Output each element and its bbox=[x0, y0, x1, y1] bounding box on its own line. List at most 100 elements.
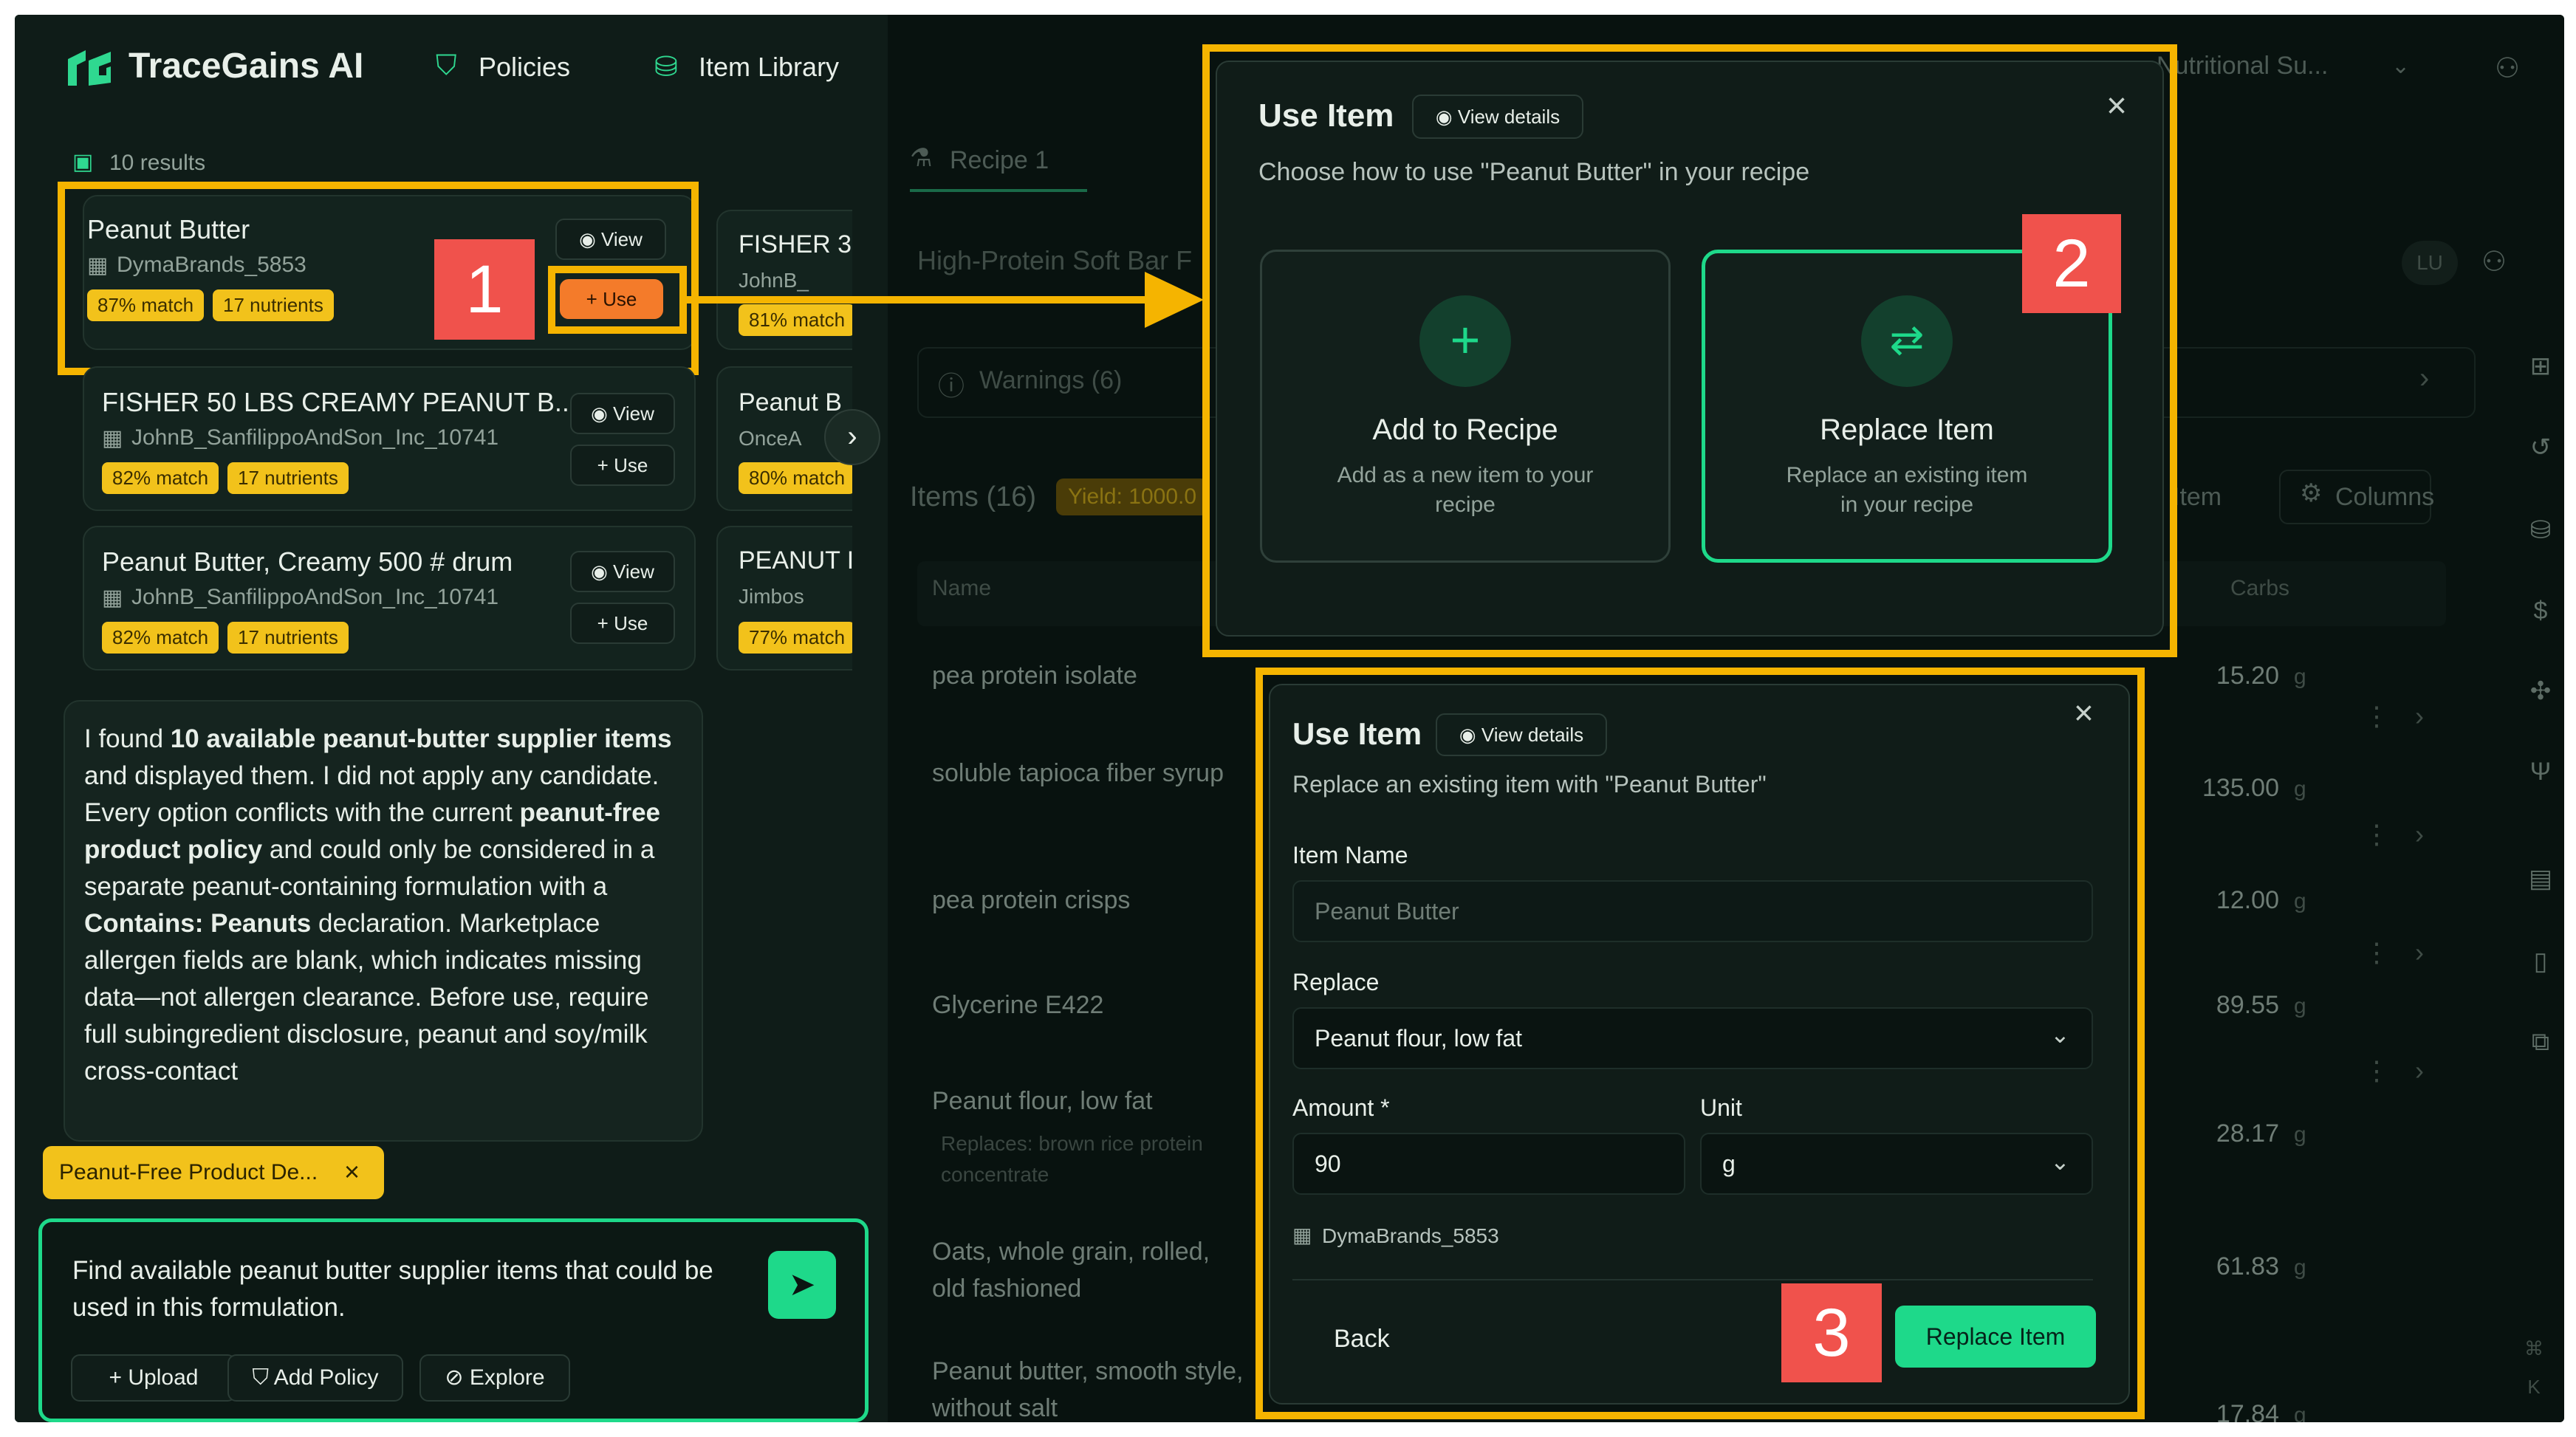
supplier-name: DymaBrands_5853 bbox=[1322, 1224, 1499, 1247]
chevron-down-icon: ⌄ bbox=[2391, 54, 2411, 78]
step-badge-3: 3 bbox=[1781, 1283, 1882, 1382]
gear-icon: ⚙ bbox=[2300, 479, 2323, 507]
unit-label: g bbox=[2294, 1403, 2306, 1422]
plus-icon: + bbox=[109, 1365, 129, 1390]
row-carbs: 15.20 bbox=[2216, 662, 2279, 690]
warnings-label: Warnings (6) bbox=[979, 366, 1123, 394]
composer-input[interactable]: Find available peanut butter supplier it… bbox=[72, 1252, 752, 1326]
dna-icon[interactable]: ✣ bbox=[2526, 676, 2555, 706]
results-icon: ▣ bbox=[72, 150, 94, 174]
nutrients-badge: 17 nutrients bbox=[213, 289, 334, 321]
supplier-icon: ▦ bbox=[102, 586, 123, 610]
assistant-message: I found 10 available peanut-butter suppl… bbox=[64, 700, 703, 1142]
match-badge: 77% match bbox=[739, 622, 852, 654]
clipboard-icon[interactable]: ▤ bbox=[2526, 864, 2555, 894]
supplier-icon: ▦ bbox=[102, 426, 123, 450]
utensils-icon[interactable]: Ψ bbox=[2526, 758, 2555, 787]
book-icon[interactable]: ⊞ bbox=[2526, 351, 2555, 381]
close-icon[interactable]: × bbox=[2106, 86, 2127, 126]
use-button[interactable]: + Use bbox=[570, 445, 675, 486]
row-name: pea protein isolate bbox=[932, 662, 1137, 690]
row-chevrons[interactable]: › › › › bbox=[2415, 657, 2424, 1130]
view-button[interactable]: ◉ View bbox=[570, 393, 675, 434]
eye-icon: ◉ bbox=[1459, 724, 1481, 746]
carousel-next-button[interactable]: › bbox=[824, 409, 880, 465]
brand-logo bbox=[64, 46, 117, 90]
explore-label: Explore bbox=[469, 1365, 545, 1390]
add-policy-label: Add Policy bbox=[273, 1365, 379, 1390]
add-policy-button[interactable]: ⛉ Add Policy bbox=[227, 1354, 403, 1402]
item-name: FISHER 3 bbox=[739, 230, 852, 258]
add-item-button[interactable]: Item bbox=[2173, 483, 2222, 512]
brand-name: TraceGains AI bbox=[129, 47, 364, 86]
policy-chip[interactable]: Peanut-Free Product De... bbox=[43, 1146, 384, 1199]
row-name: pea protein crisps bbox=[932, 886, 1131, 914]
view-details-button[interactable]: ◉ View details bbox=[1436, 713, 1607, 756]
item-supplier: DymaBrands_5853 bbox=[117, 253, 306, 277]
view-button[interactable]: ◉ View bbox=[555, 219, 666, 260]
app-window: TraceGains AI ⛉ Policies ⛁ Item Library … bbox=[15, 15, 2564, 1422]
item-supplier: OnceA bbox=[739, 427, 802, 450]
row-carbs: 12.00 bbox=[2216, 886, 2279, 914]
close-icon[interactable]: × bbox=[344, 1156, 360, 1187]
option-description: Replace an existing item in your recipe bbox=[1786, 463, 2028, 517]
replace-item-button[interactable]: Replace Item bbox=[1895, 1306, 2096, 1368]
compass-icon: ⊘ bbox=[445, 1365, 470, 1390]
database-icon[interactable]: ⛁ bbox=[2526, 515, 2555, 545]
column-carbs: Carbs bbox=[2230, 576, 2290, 600]
document-icon[interactable]: ▯ bbox=[2526, 947, 2555, 976]
view-button[interactable]: ◉ View bbox=[570, 551, 675, 592]
text-bold: 10 available peanut-butter supplier item… bbox=[170, 724, 672, 753]
flask-icon: ⚗ bbox=[910, 144, 933, 172]
item-name: FISHER 50 LBS CREAMY PEANUT B... bbox=[102, 387, 577, 417]
item-name-label: Item Name bbox=[1292, 842, 1408, 868]
tab-indicator bbox=[910, 189, 1087, 192]
option-title: Replace Item bbox=[1820, 414, 1994, 446]
item-supplier: JohnB_SanfilippoAndSon_Inc_10741 bbox=[131, 425, 499, 450]
view-details-label: View details bbox=[1481, 724, 1584, 746]
amount-field[interactable]: 90 bbox=[1292, 1133, 1685, 1195]
nav-policies[interactable]: Policies bbox=[479, 52, 570, 83]
nav-item-library[interactable]: Item Library bbox=[699, 52, 839, 83]
row-name: Peanut butter, smooth style, without sal… bbox=[932, 1357, 1244, 1422]
avatar: LU bbox=[2402, 241, 2458, 285]
nutritional-select[interactable]: Nutritional Su... bbox=[2157, 52, 2328, 80]
copy-icon[interactable]: ⧉ bbox=[2526, 1028, 2555, 1057]
close-icon[interactable]: × bbox=[2074, 693, 2094, 733]
row-carbs: 17.84 bbox=[2216, 1400, 2279, 1422]
row-carbs: 61.83 bbox=[2216, 1252, 2279, 1280]
use-button[interactable]: + Use bbox=[570, 603, 675, 644]
match-badge: 82% match bbox=[102, 462, 219, 494]
modal-title: Use Item bbox=[1292, 716, 1422, 751]
row-sub: Replaces: brown rice protein concentrate bbox=[941, 1132, 1203, 1186]
recipe-tab[interactable]: Recipe 1 bbox=[950, 146, 1049, 175]
row-menu-icons[interactable]: ⋮ ⋮ ⋮ ⋮ bbox=[2363, 657, 2390, 1130]
view-details-button[interactable]: ◉ View details bbox=[1412, 95, 1583, 139]
upload-button[interactable]: + Upload bbox=[71, 1354, 236, 1402]
chevron-down-icon: ⌄ bbox=[2050, 1021, 2070, 1048]
use-button[interactable]: + Use bbox=[560, 279, 663, 319]
divider bbox=[1292, 1279, 2093, 1280]
unit-select[interactable]: g bbox=[1700, 1133, 2093, 1195]
item-name-value: Peanut Butter bbox=[1315, 897, 1459, 925]
back-button[interactable]: Back bbox=[1334, 1325, 1390, 1354]
row-name: Glycerine E422 bbox=[932, 991, 1104, 1019]
eye-icon: ◉ bbox=[1435, 106, 1458, 128]
replace-select[interactable]: Peanut flour, low fat bbox=[1292, 1007, 2093, 1069]
eye-icon: ◉ bbox=[579, 228, 602, 250]
row-carbs: 89.55 bbox=[2216, 991, 2279, 1019]
send-button[interactable]: ➤ bbox=[768, 1251, 836, 1319]
add-user-icon[interactable]: ⚇ bbox=[2481, 245, 2507, 278]
text: Every option conflicts with the current bbox=[84, 798, 520, 827]
yield-badge: Yield: 1000.0 bbox=[1056, 479, 1209, 515]
explore-button[interactable]: ⊘ Explore bbox=[419, 1354, 570, 1402]
replace-value: Peanut flour, low fat bbox=[1315, 1024, 1523, 1052]
dollar-icon[interactable]: $ bbox=[2526, 597, 2555, 626]
unit-label: Unit bbox=[1700, 1094, 1742, 1121]
view-label: View bbox=[601, 228, 643, 250]
item-supplier: Jimbos bbox=[739, 585, 804, 608]
user-icon[interactable]: ⚇ bbox=[2495, 52, 2520, 85]
replace-label: Replace bbox=[1292, 969, 1380, 995]
row-carbs: 135.00 bbox=[2202, 774, 2279, 802]
history-icon[interactable]: ↺ bbox=[2526, 433, 2555, 462]
